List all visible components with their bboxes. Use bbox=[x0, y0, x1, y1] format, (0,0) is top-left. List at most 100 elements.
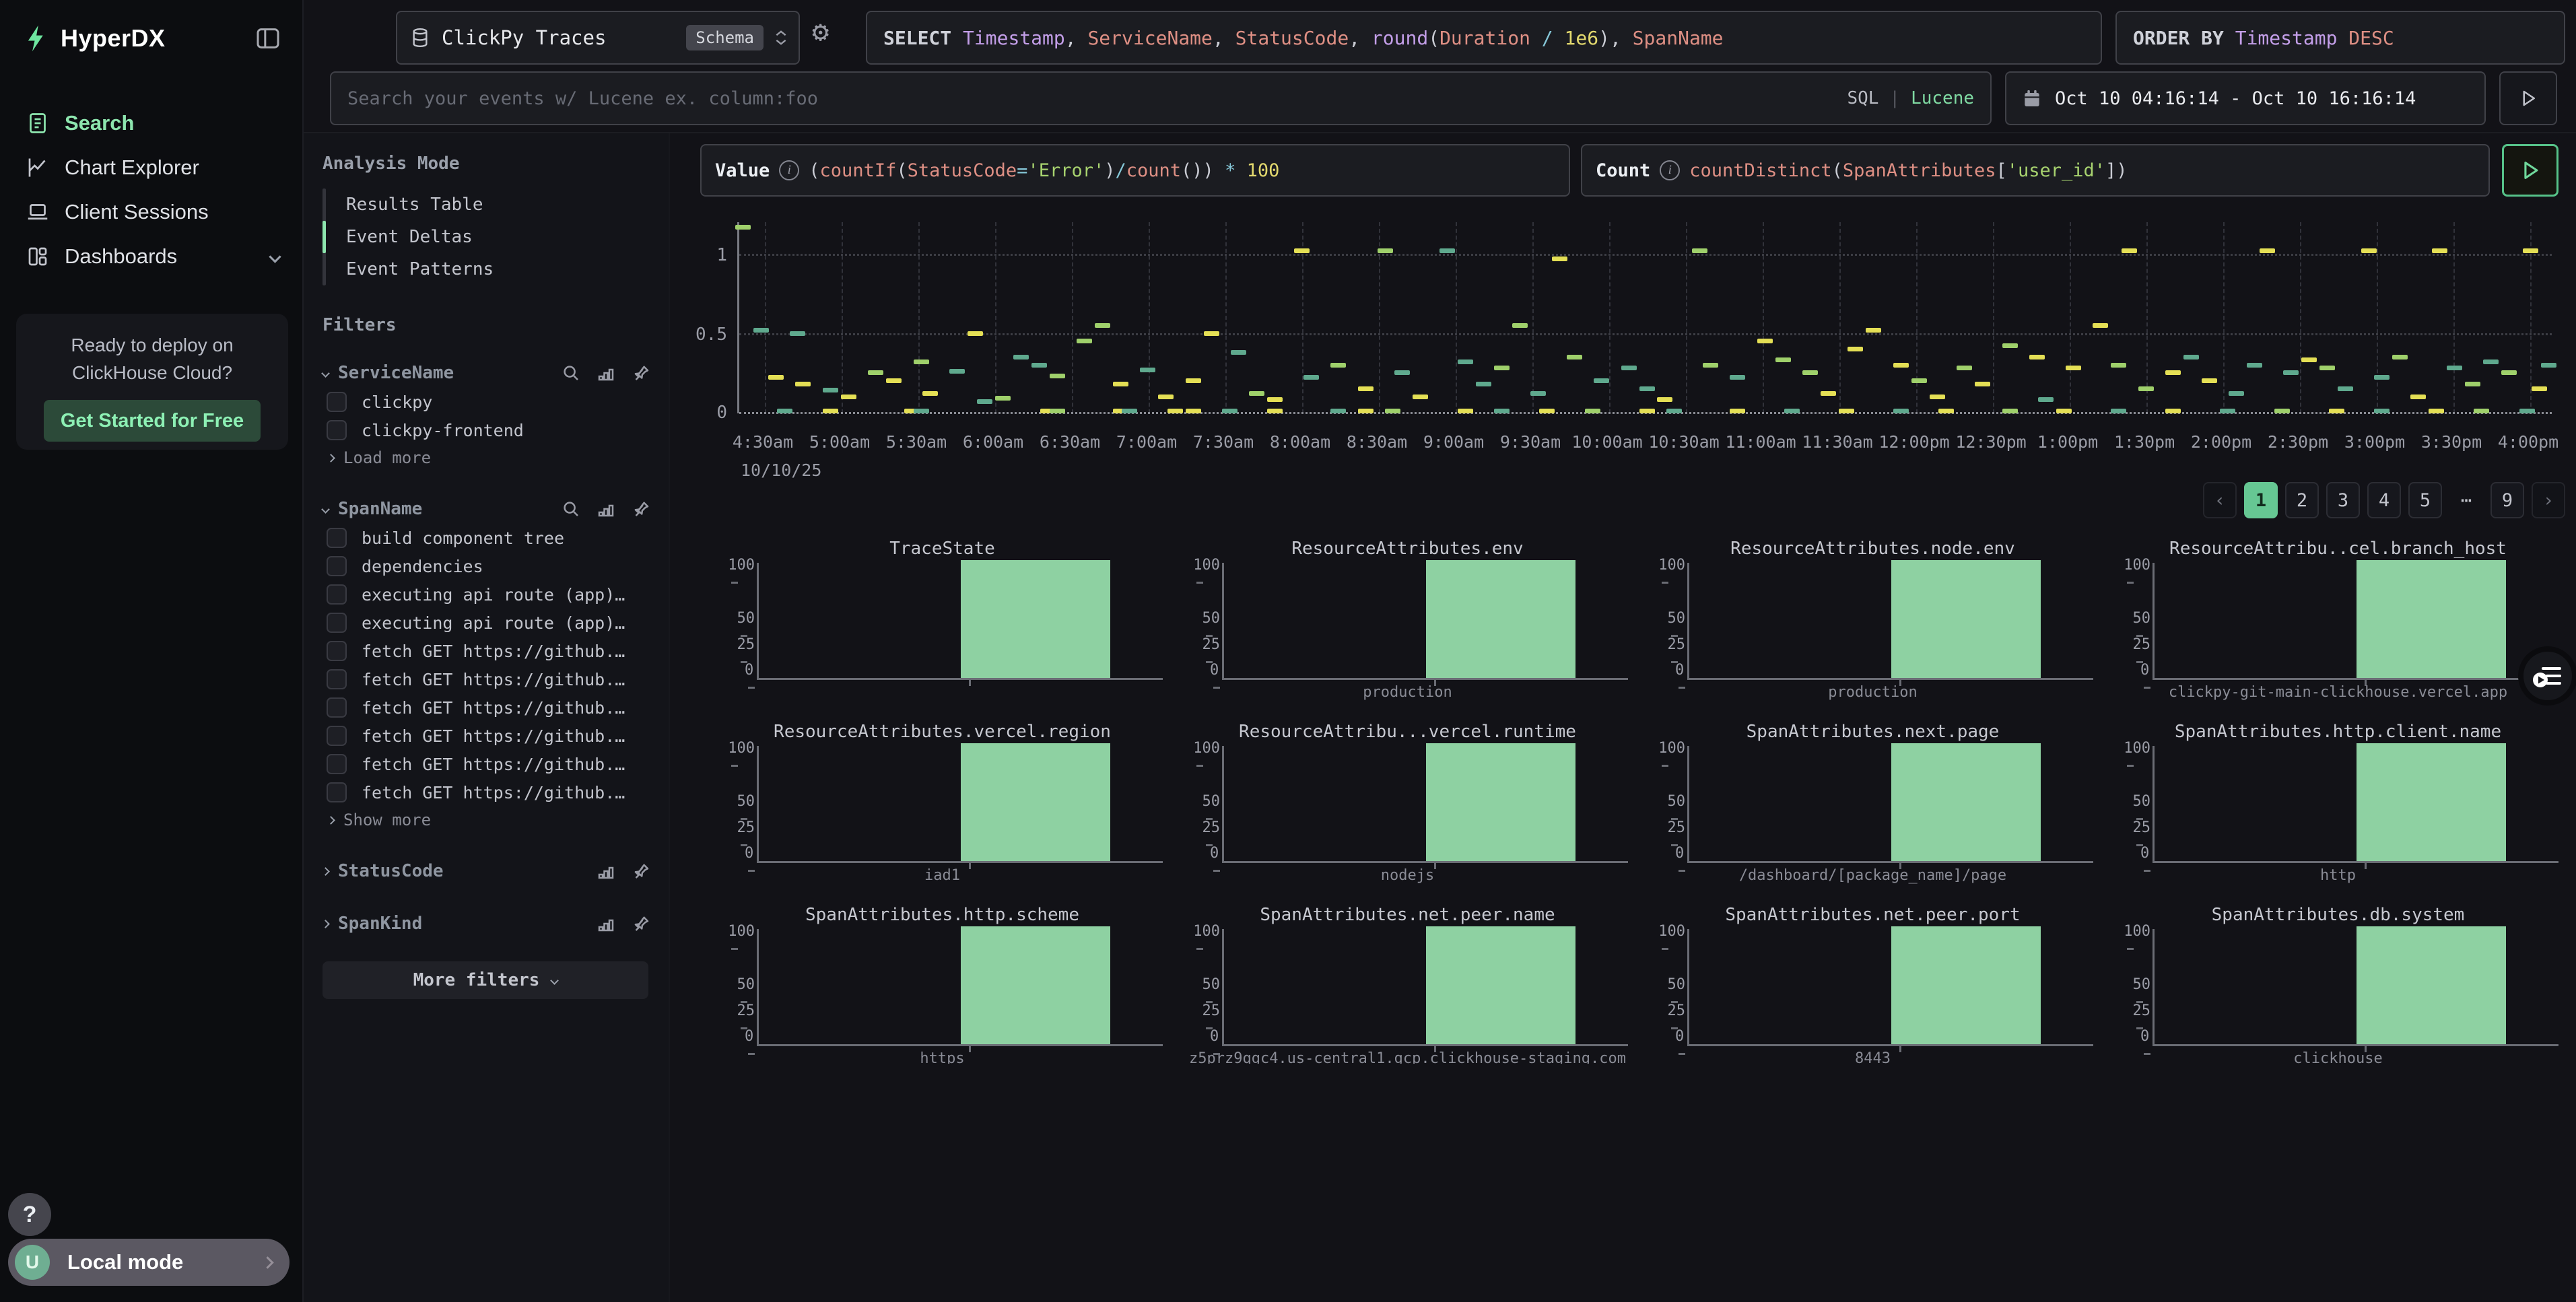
delta-mark[interactable] bbox=[2066, 366, 2081, 370]
mode-results-table[interactable]: Results Table bbox=[326, 189, 494, 221]
delta-mark[interactable] bbox=[995, 396, 1011, 401]
delta-mark[interactable] bbox=[1358, 409, 1374, 413]
filter-option[interactable]: fetch GET https://github.… bbox=[327, 637, 651, 665]
delta-mark[interactable] bbox=[1050, 409, 1065, 413]
delta-mark[interactable] bbox=[1303, 375, 1319, 380]
mini-bar[interactable] bbox=[2357, 560, 2506, 678]
more-filters-button[interactable]: More filters bbox=[323, 961, 648, 999]
delta-mark[interactable] bbox=[2283, 370, 2299, 375]
delta-mark[interactable] bbox=[2501, 370, 2517, 375]
pin-icon[interactable] bbox=[631, 914, 651, 934]
checkbox[interactable] bbox=[327, 556, 347, 576]
delta-mark[interactable] bbox=[1775, 357, 1791, 362]
delta-mark[interactable] bbox=[2138, 386, 2154, 391]
delta-mark[interactable] bbox=[886, 378, 902, 383]
page-button-1[interactable]: 1 bbox=[2244, 482, 2278, 518]
delta-mark[interactable] bbox=[2165, 370, 2181, 375]
delta-mark[interactable] bbox=[2432, 248, 2447, 253]
delta-mark[interactable] bbox=[1013, 355, 1029, 359]
delta-mark[interactable] bbox=[1294, 248, 1310, 253]
delta-mark[interactable] bbox=[2247, 363, 2262, 368]
delta-mark[interactable] bbox=[777, 409, 792, 413]
delta-mark[interactable] bbox=[1530, 391, 1546, 396]
mini-bar[interactable] bbox=[961, 560, 1110, 678]
page-button-9[interactable]: 9 bbox=[2490, 482, 2524, 518]
delta-mark[interactable] bbox=[1186, 409, 1201, 413]
delta-mark[interactable] bbox=[1204, 331, 1219, 336]
checkbox[interactable] bbox=[327, 669, 347, 689]
bar-chart-icon[interactable] bbox=[596, 363, 616, 383]
delta-mark[interactable] bbox=[2474, 409, 2489, 413]
checkbox[interactable] bbox=[327, 392, 347, 412]
page-button-4[interactable]: 4 bbox=[2367, 482, 2401, 518]
mini-bar[interactable] bbox=[2357, 926, 2506, 1044]
order-by-input[interactable]: ORDER BY Timestamp DESC bbox=[2115, 11, 2565, 65]
delta-mark[interactable] bbox=[1413, 395, 1428, 399]
delta-mark[interactable] bbox=[2111, 363, 2126, 368]
delta-mark[interactable] bbox=[1848, 347, 1863, 351]
delta-mark[interactable] bbox=[2165, 409, 2181, 413]
load-more-link[interactable]: Load more bbox=[328, 444, 651, 471]
next-page-button[interactable]: › bbox=[2532, 482, 2565, 518]
attribute-mini-chart[interactable]: SpanAttributes.next.page10050250/dashboa… bbox=[1644, 722, 2101, 905]
delta-mark[interactable] bbox=[2093, 323, 2108, 328]
delta-mark[interactable] bbox=[1639, 386, 1655, 391]
event-deltas-chart[interactable] bbox=[737, 222, 2552, 413]
attribute-mini-chart[interactable]: TraceState10050250 bbox=[714, 539, 1171, 722]
delta-mark[interactable] bbox=[2532, 386, 2547, 391]
delta-mark[interactable] bbox=[1730, 375, 1745, 380]
bar-chart-icon[interactable] bbox=[596, 861, 616, 881]
delta-mark[interactable] bbox=[1231, 350, 1246, 355]
pin-icon[interactable] bbox=[631, 861, 651, 881]
delta-mark[interactable] bbox=[1186, 378, 1201, 383]
filter-option[interactable]: clickpy bbox=[327, 388, 651, 416]
delta-mark[interactable] bbox=[2319, 366, 2335, 370]
delta-mark[interactable] bbox=[2523, 248, 2538, 253]
filter-option[interactable]: executing api route (app)… bbox=[327, 580, 651, 609]
checkbox[interactable] bbox=[327, 754, 347, 774]
attribute-mini-chart[interactable]: SpanAttributes.http.scheme10050250https bbox=[714, 905, 1171, 1064]
filter-option[interactable]: fetch GET https://github.… bbox=[327, 750, 651, 778]
delta-mark[interactable] bbox=[2002, 409, 2018, 413]
delta-mark[interactable] bbox=[2429, 409, 2444, 413]
delta-mark[interactable] bbox=[1730, 409, 1745, 413]
prev-page-button[interactable]: ‹ bbox=[2203, 482, 2237, 518]
attribute-mini-chart[interactable]: SpanAttributes.net.peer.port100502508443 bbox=[1644, 905, 2101, 1064]
delta-mark[interactable] bbox=[977, 399, 992, 404]
floating-action-button[interactable] bbox=[2518, 646, 2576, 706]
delta-mark[interactable] bbox=[1385, 409, 1400, 413]
checkbox[interactable] bbox=[327, 420, 347, 440]
filter-group-statuscode[interactable]: StatusCode bbox=[323, 856, 651, 886]
search-run-button[interactable] bbox=[2499, 71, 2557, 125]
delta-mark[interactable] bbox=[795, 382, 811, 386]
lucene-toggle[interactable]: Lucene bbox=[1911, 88, 1974, 108]
delta-mark[interactable] bbox=[1957, 366, 1972, 370]
mini-bar[interactable] bbox=[2357, 743, 2506, 861]
attribute-mini-chart[interactable]: ResourceAttributes.node.env10050250produ… bbox=[1644, 539, 2101, 722]
delta-mark[interactable] bbox=[823, 409, 838, 413]
filter-option[interactable]: dependencies bbox=[327, 552, 651, 580]
source-select[interactable]: ClickPy Traces Schema bbox=[396, 11, 800, 65]
delta-mark[interactable] bbox=[2202, 378, 2217, 383]
delta-mark[interactable] bbox=[2111, 409, 2126, 413]
delta-mark[interactable] bbox=[2361, 248, 2377, 253]
delta-mark[interactable] bbox=[2465, 382, 2480, 386]
attribute-mini-chart[interactable]: ResourceAttribu..cel.branch_host10050250… bbox=[2109, 539, 2567, 722]
delta-mark[interactable] bbox=[2541, 363, 2556, 368]
checkbox[interactable] bbox=[327, 726, 347, 746]
page-button-3[interactable]: 3 bbox=[2326, 482, 2360, 518]
sidebar-item-dashboards[interactable]: Dashboards bbox=[0, 234, 302, 279]
mini-bar[interactable] bbox=[1891, 743, 2041, 861]
delta-mark[interactable] bbox=[1893, 409, 1909, 413]
delta-mark[interactable] bbox=[1394, 370, 1410, 375]
delta-mark[interactable] bbox=[2447, 366, 2462, 370]
delta-mark[interactable] bbox=[968, 331, 983, 336]
delta-mark[interactable] bbox=[735, 225, 751, 230]
delta-mark[interactable] bbox=[2374, 409, 2389, 413]
delta-mark[interactable] bbox=[768, 375, 784, 380]
get-started-button[interactable]: Get Started for Free bbox=[44, 400, 261, 442]
delta-mark[interactable] bbox=[1458, 409, 1473, 413]
mini-bar[interactable] bbox=[1891, 926, 2041, 1044]
delta-mark[interactable] bbox=[1494, 409, 1510, 413]
delta-mark[interactable] bbox=[1930, 395, 1945, 399]
